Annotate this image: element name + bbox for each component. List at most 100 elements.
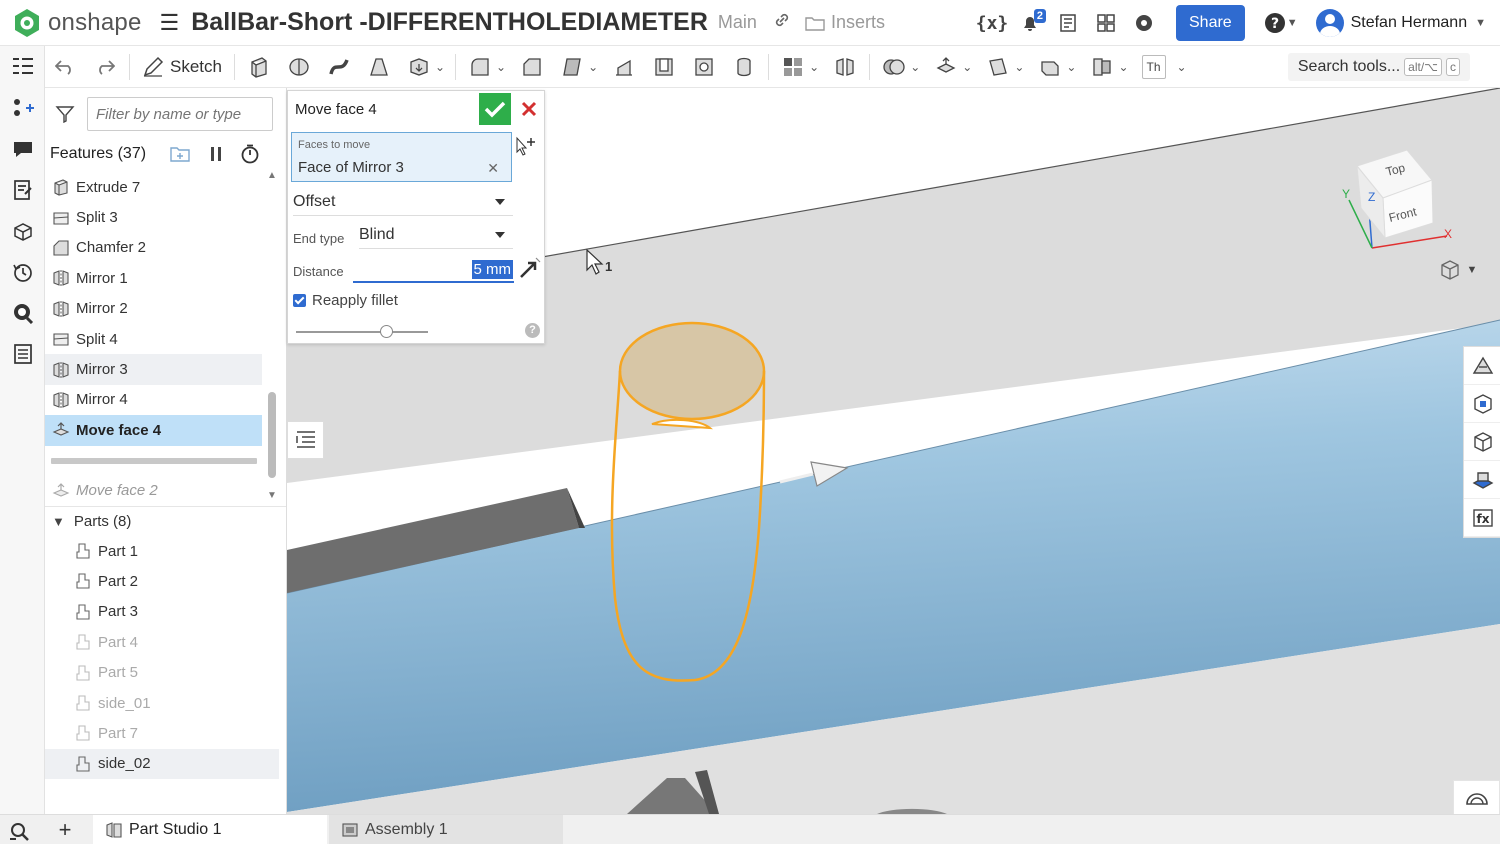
part-item[interactable]: side_01 [45,688,279,718]
mirror-icon[interactable] [832,54,858,80]
chevron-down-icon[interactable]: ⌄ [1014,60,1024,74]
end-type-select[interactable]: Blind [359,221,513,249]
tab-part-studio[interactable]: Part Studio 1 [93,814,327,844]
scroll-up-icon[interactable]: ▲ [267,170,277,181]
search-tools-input[interactable]: Search tools... alt/⌥ c [1287,53,1470,81]
part-item[interactable]: Part 5 [45,657,279,687]
text-tool-icon[interactable]: Th [1141,54,1166,79]
preview-slider-handle[interactable] [380,325,393,338]
notifications-icon[interactable]: 2 [1014,7,1046,39]
redo-icon[interactable] [92,54,118,80]
feature-item[interactable]: Chamfer 2 [45,233,262,263]
draft-icon[interactable] [559,54,585,80]
scroll-down-icon[interactable]: ▼ [267,490,277,501]
extrude-icon[interactable] [246,54,272,80]
view-options-button[interactable]: ▼ [1433,256,1483,284]
fillet-icon[interactable] [467,54,493,80]
feature-item[interactable]: Mirror 2 [45,294,262,324]
hole-icon[interactable] [691,54,717,80]
preview-slider-track[interactable] [296,331,428,333]
add-part-icon[interactable] [0,87,45,128]
loft-icon[interactable] [366,54,392,80]
chevron-down-icon[interactable]: ⌄ [496,60,506,74]
chevron-down-icon[interactable]: ⌄ [588,60,598,74]
user-menu[interactable]: Stefan Hermann ▼ [1315,9,1486,37]
release-list-icon[interactable] [1052,7,1084,39]
remove-selection-icon[interactable]: ✕ [487,160,499,177]
undo-icon[interactable] [52,54,78,80]
add-selection-icon[interactable] [516,135,536,157]
mass-properties-icon[interactable] [1464,385,1500,423]
branch-label[interactable]: Main [718,12,757,33]
sketch-button[interactable]: Sketch [142,56,222,78]
feature-item[interactable]: Mirror 3 [45,354,262,385]
measure-icon[interactable] [1464,423,1500,461]
selected-hole-face[interactable] [618,321,766,421]
plane-icon[interactable] [985,54,1011,80]
notes-icon[interactable] [0,169,45,210]
menu-icon[interactable]: ☰ [160,10,180,36]
scroll-thumb[interactable] [268,392,276,478]
add-tab-button[interactable]: + [45,815,85,844]
chevron-down-icon[interactable]: ⌄ [1118,60,1128,74]
feature-scrollbar[interactable]: ▲ ▼ [267,170,277,501]
pause-icon[interactable] [208,145,224,163]
properties-icon[interactable] [0,333,45,374]
checkbox-checked-icon[interactable] [293,294,306,307]
transform-icon[interactable] [933,54,959,80]
chevron-down-icon[interactable]: ⌄ [435,60,445,74]
rib-icon[interactable] [611,54,637,80]
linear-pattern-icon[interactable] [780,54,806,80]
navigation-settings-button[interactable] [1453,780,1500,815]
section-view-icon[interactable] [1464,461,1500,499]
document-title[interactable]: BallBar-Short -DIFFERENTHOLEDIAMETER [191,8,708,37]
revolve-icon[interactable] [286,54,312,80]
app-store-icon[interactable] [1090,7,1122,39]
inserts-button[interactable]: Inserts [805,12,885,33]
tab-assembly[interactable]: Assembly 1 [329,814,563,844]
parts-header[interactable]: ▼ Parts (8) [45,505,286,536]
parts-icon[interactable] [0,210,45,251]
sweep-icon[interactable] [326,54,352,80]
stopwatch-icon[interactable] [240,144,260,164]
part-item[interactable]: Part 3 [45,597,279,627]
share-button[interactable]: Share [1176,5,1245,41]
chevron-down-icon[interactable]: ⌄ [809,60,819,74]
chevron-down-icon[interactable]: ▼ [52,514,65,529]
feature-item[interactable]: Split 4 [45,324,262,354]
sheet-metal-icon[interactable] [1037,54,1063,80]
part-item[interactable]: Part 2 [45,566,279,596]
faces-to-move-field[interactable]: Faces to move Face of Mirror 3 ✕ [291,132,512,182]
boolean-icon[interactable] [881,54,907,80]
chevron-down-icon[interactable]: ⌄ [962,60,972,74]
part-item[interactable]: Part 7 [45,718,279,748]
flip-direction-icon[interactable] [518,256,542,280]
feature-filter-input[interactable] [87,97,273,131]
accept-button[interactable] [479,93,511,125]
onshape-logo[interactable]: onshape [12,8,142,38]
dialog-help-icon[interactable]: ? [525,323,540,338]
function-icon[interactable]: fx [1464,499,1500,537]
part-item[interactable]: Part 4 [45,627,279,657]
chamfer-icon[interactable] [519,54,545,80]
filter-icon[interactable] [55,105,75,123]
history-icon[interactable] [0,251,45,292]
frame-icon[interactable] [1089,54,1115,80]
link-icon[interactable] [773,11,791,34]
add-folder-icon[interactable] [170,145,192,163]
shell-icon[interactable] [651,54,677,80]
feature-item[interactable]: Extrude 7 [45,172,262,202]
inspect-icon[interactable] [0,292,45,333]
cylinder-icon[interactable] [731,54,757,80]
part-item[interactable]: side_02 [45,748,279,780]
distance-input[interactable]: 5 mm [353,257,514,283]
help-icon[interactable]: ? [1259,7,1291,39]
distance-value[interactable]: 5 mm [471,260,513,279]
feature-item[interactable]: Mirror 1 [45,263,262,293]
reapply-fillet-checkbox[interactable]: Reapply fillet [293,292,398,309]
rollback-bar[interactable] [51,457,257,464]
variables-icon[interactable]: {x} [976,7,1009,39]
feature-list-toggle[interactable] [287,421,324,459]
feature-item-suppressed[interactable]: Move face 2 [45,476,262,506]
appearance-icon[interactable] [1464,347,1500,385]
